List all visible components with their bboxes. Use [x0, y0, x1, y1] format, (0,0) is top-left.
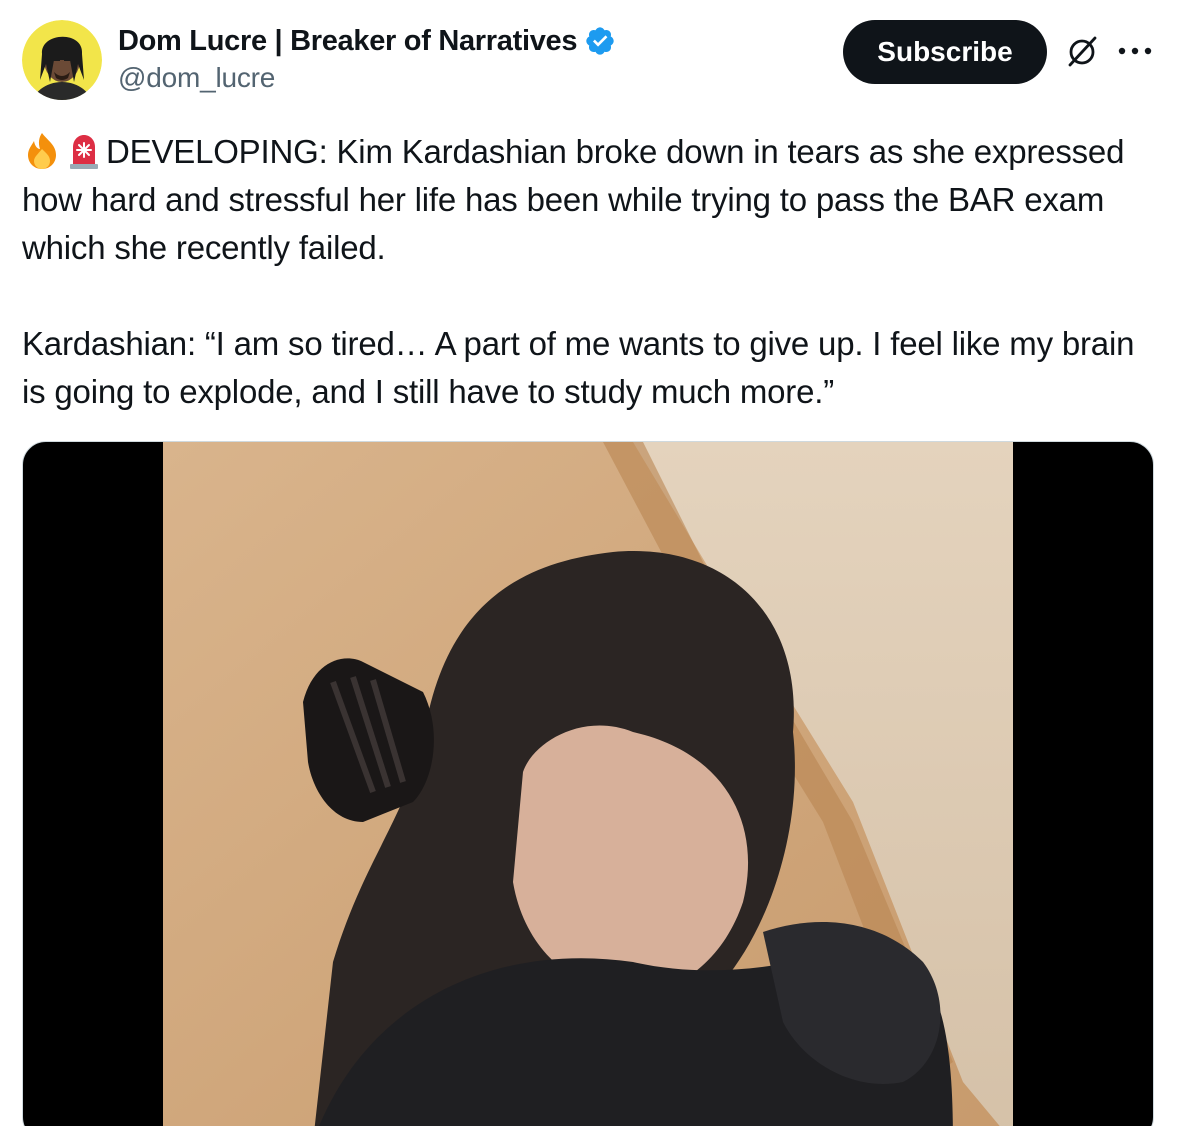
avatar-portrait-icon	[22, 20, 102, 100]
author-names: Dom Lucre | Breaker of Narratives @dom_l…	[118, 22, 616, 94]
tweet-text: DEVELOPING: Kim Kardashian broke down in…	[22, 128, 1162, 416]
display-name-row: Dom Lucre | Breaker of Narratives	[118, 22, 616, 60]
tweet-line-1: DEVELOPING: Kim Kardashian broke down in…	[22, 133, 1125, 266]
grok-icon[interactable]	[1064, 34, 1100, 70]
verified-badge-icon[interactable]	[584, 25, 616, 57]
more-icon[interactable]	[1116, 38, 1154, 64]
display-name[interactable]: Dom Lucre | Breaker of Narratives	[118, 25, 577, 58]
tweet-paragraph-2: Kardashian: “I am so tired… A part of me…	[22, 325, 1135, 410]
fire-emoji-icon	[28, 133, 56, 169]
video-player[interactable]	[22, 441, 1154, 1126]
author-handle[interactable]: @dom_lucre	[118, 62, 616, 94]
tweet-card: Dom Lucre | Breaker of Narratives @dom_l…	[0, 0, 1180, 1126]
siren-emoji-icon	[70, 135, 98, 169]
tweet-paragraph-1: DEVELOPING: Kim Kardashian broke down in…	[22, 128, 1162, 272]
video-frame-image	[163, 442, 1013, 1126]
subscribe-button[interactable]: Subscribe	[843, 20, 1047, 84]
avatar[interactable]	[22, 20, 102, 100]
